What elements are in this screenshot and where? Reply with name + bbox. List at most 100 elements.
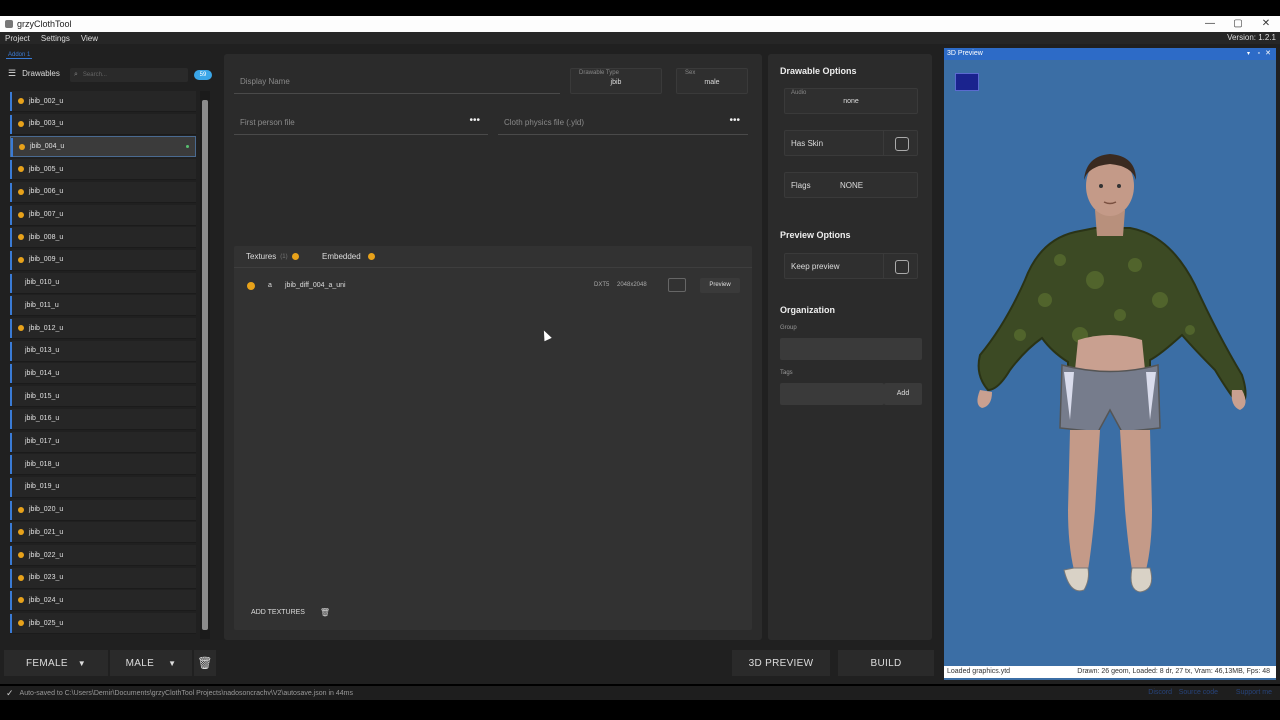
list-scroll-thumb[interactable] [202,100,208,630]
search-input[interactable]: ⌕ Search... [70,68,188,82]
drawable-list-item-label: jbib_007_u [29,211,64,218]
sex-select[interactable]: Sex male [676,68,748,94]
keep-preview-checkbox[interactable] [895,260,909,274]
chevron-down-icon: ▼ [168,658,177,668]
drawable-list-item[interactable]: jbib_003_u [10,113,196,135]
drawable-list-item[interactable]: jbib_006_u [10,181,196,203]
drawable-list-item[interactable]: jbib_008_u [10,227,196,249]
drawable-list-item[interactable]: jbib_021_u [10,522,196,544]
maximize-button[interactable]: ▢ [1224,16,1252,32]
drawable-list-item[interactable]: jbib_025_u [10,613,196,635]
drawable-list-item-label: jbib_003_u [29,120,64,128]
accent-bar [10,92,12,111]
3d-preview-title: 3D Preview [947,50,983,57]
drawable-list-item[interactable]: jbib_002_u [10,91,196,112]
first-person-placeholder: First person file [240,118,295,127]
preview-options-title: Preview Options [780,230,851,240]
group-input[interactable] [780,338,922,360]
preview-status-right: Drawn: 26 geom, Loaded: 8 dr, 27 tx, Vra… [1077,668,1270,675]
tab-embedded[interactable]: Embedded [322,252,375,261]
drawable-list-item-label: jbib_023_u [29,574,64,582]
texture-row[interactable]: a jbib_diff_004_a_uni DXT5 2048x2048 Pre… [244,276,744,296]
drawable-list-item[interactable]: jbib_024_u [10,590,196,612]
menu-view[interactable]: View [81,34,98,43]
trash-icon[interactable]: 🗑 [194,650,216,676]
discord-link[interactable]: Discord [1148,686,1172,700]
male-dropdown[interactable]: MALE ▼ [110,650,192,676]
add-tag-button[interactable]: Add [884,383,922,405]
preview-button[interactable]: Preview [700,278,740,293]
add-textures-button[interactable]: ADD TEXTURES [244,604,312,622]
drawable-list-item-label: jbib_022_u [29,551,64,559]
chevron-down-icon[interactable]: ▾ [1247,48,1250,60]
display-name-input[interactable]: Display Name [234,70,560,94]
tab-textures[interactable]: Textures (1) [246,252,299,261]
tags-label: Tags [780,370,793,376]
tags-input[interactable] [780,383,884,405]
female-dropdown[interactable]: FEMALE ▼ [4,650,108,676]
support-link[interactable]: Support me [1236,686,1272,700]
app-icon [5,20,13,28]
close-button[interactable]: ✕ [1252,16,1280,32]
drawable-list-item-label: jbib_021_u [29,528,64,536]
accent-bar [10,114,12,134]
drawable-list-item[interactable]: jbib_005_u [10,159,196,181]
drawable-list-item-label: jbib_002_u [29,97,64,105]
tab-embedded-label: Embedded [322,252,361,261]
drawable-list-item[interactable]: jbib_011_u [10,295,196,317]
drawable-list-item[interactable]: jbib_010_u [10,272,196,294]
project-tab[interactable]: Addon 1 [6,52,33,59]
first-person-file-field[interactable]: First person file ••• [234,111,488,135]
preview-status-left: Loaded graphics.ytd [947,668,1011,675]
drawable-type-select[interactable]: Drawable Type jbib [570,68,662,94]
delete-texture-icon[interactable]: 🗑 [318,604,332,622]
menu-project[interactable]: Project [5,34,30,43]
drawable-list-item[interactable]: jbib_004_u [10,136,196,158]
drawable-list-item[interactable]: jbib_013_u [10,340,196,362]
drawable-list-item[interactable]: jbib_019_u [10,476,196,498]
drawable-list-item-label: jbib_013_u [25,347,60,355]
status-message: Auto-saved to C:\Users\Demir\Documents\g… [19,689,353,697]
drawable-list-item[interactable]: jbib_016_u [10,408,196,430]
drawable-list-item[interactable]: jbib_022_u [10,545,196,566]
drawable-list-item[interactable]: jbib_012_u [10,318,196,339]
drawable-list-item[interactable]: jbib_015_u [10,386,196,408]
flags-row[interactable]: Flags NONE [784,172,918,198]
more-icon[interactable]: ••• [729,115,740,126]
drawable-list-item[interactable]: jbib_018_u [10,454,196,476]
3d-preview-status: Loaded graphics.ytd Drawn: 26 geom, Load… [944,666,1276,678]
scene-control-icon[interactable] [955,73,979,91]
texture-thumbnail-icon[interactable] [668,278,686,292]
minimize-button[interactable]: — [1196,16,1224,32]
male-label: MALE [125,657,155,669]
more-icon[interactable]: ••• [469,115,480,126]
display-name-placeholder: Display Name [240,77,290,86]
pin-icon[interactable]: ▫ [1258,48,1260,60]
keep-preview-label: Keep preview [791,262,840,271]
accent-bar [10,409,12,429]
cloth-physics-placeholder: Cloth physics file (.yld) [504,118,585,127]
audio-select[interactable]: Audio none [784,88,918,114]
menu-settings[interactable]: Settings [41,34,70,43]
search-placeholder: Search... [82,72,107,78]
drawable-list-item[interactable]: jbib_007_u [10,204,196,226]
source-code-link[interactable]: Source code [1179,686,1218,700]
drawable-list-item[interactable]: jbib_017_u [10,431,196,453]
3d-preview-button[interactable]: 3D PREVIEW [732,650,830,676]
drawable-list-item-label: jbib_011_u [25,301,59,309]
has-skin-checkbox[interactable] [895,137,909,151]
cloth-physics-file-field[interactable]: Cloth physics file (.yld) ••• [498,111,748,135]
version-label: Version: 1.2.1 [1227,33,1276,42]
warning-dot-icon [18,188,24,195]
drawable-list-item[interactable]: jbib_014_u [10,363,196,385]
drawable-list-item[interactable]: jbib_023_u [10,567,196,589]
drawable-list-item-label: jbib_004_u [30,143,65,151]
drawable-type-label: Drawable Type [579,70,619,76]
build-button[interactable]: BUILD [838,650,934,676]
close-icon[interactable]: ✕ [1265,48,1271,60]
check-icon: ✓ [6,687,14,698]
drawable-list-item-label: jbib_016_u [25,415,60,423]
drawable-list-item[interactable]: jbib_020_u [10,499,196,521]
drawable-list-item[interactable]: jbib_009_u [10,249,196,271]
warning-dot-icon [367,253,375,260]
